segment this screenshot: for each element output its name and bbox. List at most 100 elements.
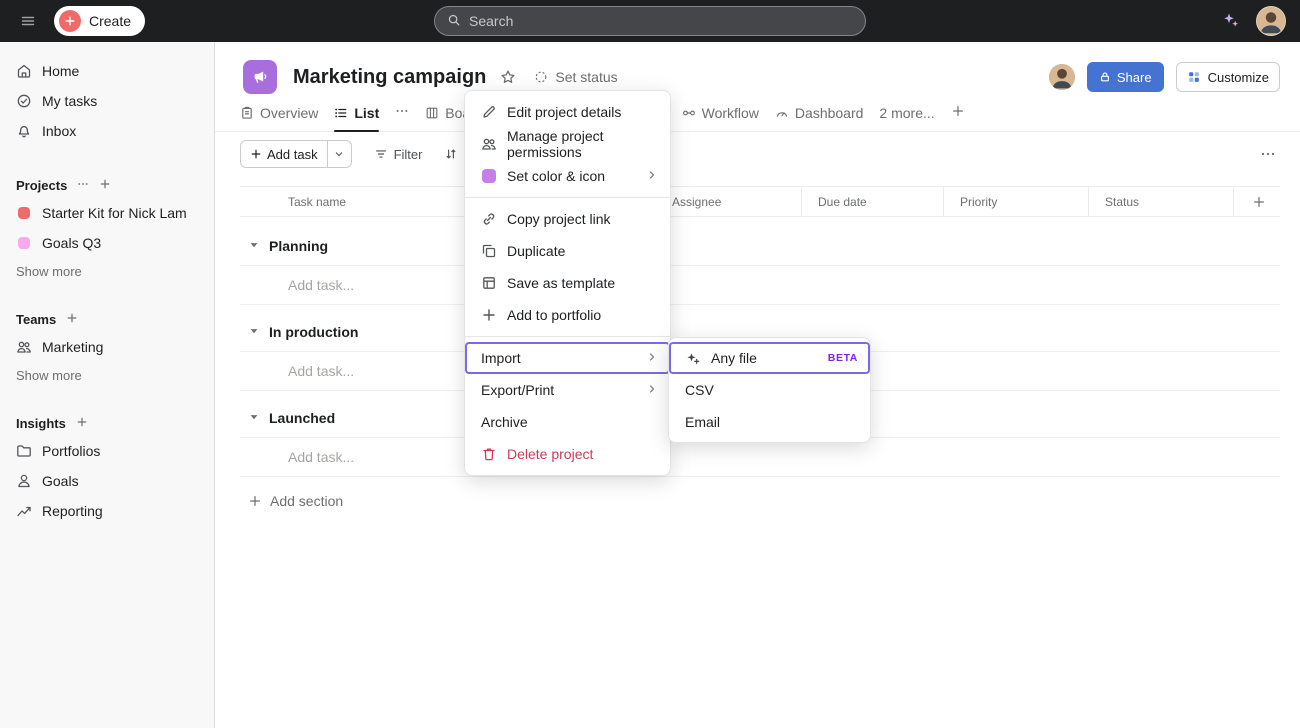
toolbar-options-icon[interactable] bbox=[1260, 146, 1276, 162]
add-task-split-button: Add task bbox=[240, 140, 352, 168]
section-name[interactable]: In production bbox=[269, 324, 358, 340]
section-name[interactable]: Planning bbox=[269, 238, 328, 254]
menu-item-duplicate[interactable]: Duplicate bbox=[465, 235, 670, 267]
submenu-item-any-file[interactable]: Any file BETA bbox=[669, 342, 870, 374]
tab-workflow[interactable]: Workflow bbox=[682, 94, 759, 131]
list-icon bbox=[334, 106, 348, 120]
sidebar-item-home[interactable]: Home bbox=[0, 56, 214, 86]
add-project-icon[interactable] bbox=[99, 178, 111, 193]
project-icon[interactable] bbox=[243, 60, 277, 94]
sidebar-project-starter-kit[interactable]: Starter Kit for Nick Lam bbox=[0, 198, 214, 228]
sidebar-item-label: Home bbox=[42, 63, 79, 79]
set-status-label: Set status bbox=[555, 69, 617, 85]
chevron-right-icon bbox=[646, 168, 658, 184]
sidebar: Home My tasks Inbox Projects Starter Kit… bbox=[0, 42, 215, 728]
import-submenu: Any file BETA CSV Email bbox=[668, 337, 871, 443]
add-task-dropdown[interactable] bbox=[327, 141, 351, 167]
create-button-label: Create bbox=[89, 13, 131, 29]
collapse-caret-icon[interactable] bbox=[248, 238, 260, 254]
user-avatar[interactable] bbox=[1256, 6, 1286, 36]
sidebar-item-reporting[interactable]: Reporting bbox=[0, 496, 214, 526]
search-icon bbox=[447, 13, 461, 30]
collapse-caret-icon[interactable] bbox=[248, 324, 260, 340]
share-button[interactable]: Share bbox=[1087, 62, 1164, 92]
tab-dashboard[interactable]: Dashboard bbox=[775, 94, 864, 131]
submenu-item-csv[interactable]: CSV bbox=[669, 374, 870, 406]
menu-item-archive[interactable]: Archive bbox=[465, 406, 670, 438]
menu-item-set-color-icon[interactable]: Set color & icon bbox=[465, 160, 670, 192]
sidebar-project-goals-q3[interactable]: Goals Q3 bbox=[0, 228, 214, 258]
create-button[interactable]: Create bbox=[54, 6, 145, 36]
add-insight-icon[interactable] bbox=[76, 416, 88, 431]
add-view-icon[interactable] bbox=[951, 104, 965, 121]
project-color-swatch bbox=[18, 237, 30, 249]
menu-item-label: Import bbox=[481, 350, 521, 366]
projects-options-icon[interactable] bbox=[77, 178, 89, 193]
column-due-date[interactable]: Due date bbox=[801, 187, 943, 216]
column-status[interactable]: Status bbox=[1088, 187, 1233, 216]
column-assignee[interactable]: Assignee bbox=[655, 187, 801, 216]
menu-item-copy-project-link[interactable]: Copy project link bbox=[465, 203, 670, 235]
check-circle-icon bbox=[16, 93, 32, 109]
menu-item-label: Set color & icon bbox=[507, 168, 605, 184]
menu-item-label: Manage project permissions bbox=[507, 128, 658, 160]
sidebar-item-label: My tasks bbox=[42, 93, 97, 109]
share-button-label: Share bbox=[1117, 70, 1152, 85]
section-header-row: Planning bbox=[240, 227, 1280, 266]
global-search[interactable] bbox=[434, 6, 866, 36]
menu-item-add-to-portfolio[interactable]: Add to portfolio bbox=[465, 299, 670, 331]
add-task-button[interactable]: Add task bbox=[241, 141, 327, 167]
chart-icon bbox=[16, 503, 32, 519]
section-name[interactable]: Launched bbox=[269, 410, 335, 426]
customize-button[interactable]: Customize bbox=[1176, 62, 1280, 92]
filter-button[interactable]: Filter bbox=[374, 147, 423, 162]
workflow-icon bbox=[682, 106, 696, 120]
submenu-item-email[interactable]: Email bbox=[669, 406, 870, 438]
tab-list[interactable]: List bbox=[334, 94, 379, 131]
menu-item-label: CSV bbox=[685, 382, 714, 398]
teams-show-more[interactable]: Show more bbox=[0, 366, 214, 384]
menu-item-save-as-template[interactable]: Save as template bbox=[465, 267, 670, 299]
ai-sparkle-icon bbox=[685, 350, 701, 366]
collapse-caret-icon[interactable] bbox=[248, 410, 260, 426]
sidebar-item-my-tasks[interactable]: My tasks bbox=[0, 86, 214, 116]
tab-label: Workflow bbox=[702, 105, 759, 121]
projects-show-more[interactable]: Show more bbox=[0, 262, 214, 280]
tab-overview[interactable]: Overview bbox=[240, 94, 318, 131]
sidebar-item-goals[interactable]: Goals bbox=[0, 466, 214, 496]
ai-sparkle-icon[interactable] bbox=[1222, 11, 1240, 32]
add-team-icon[interactable] bbox=[66, 312, 78, 327]
sidebar-section-insights: Insights bbox=[0, 410, 214, 436]
list-toolbar: Add task Filter Sort bbox=[215, 132, 1300, 176]
sidebar-item-portfolios[interactable]: Portfolios bbox=[0, 436, 214, 466]
sidebar-team-marketing[interactable]: Marketing bbox=[0, 332, 214, 362]
menu-item-manage-permissions[interactable]: Manage project permissions bbox=[465, 128, 670, 160]
menu-item-edit-project-details[interactable]: Edit project details bbox=[465, 96, 670, 128]
column-priority[interactable]: Priority bbox=[943, 187, 1088, 216]
member-avatar[interactable] bbox=[1049, 64, 1075, 90]
project-context-menu: Edit project details Manage project perm… bbox=[464, 90, 671, 476]
add-task-row[interactable]: Add task... bbox=[240, 438, 1280, 477]
people-icon bbox=[481, 136, 497, 152]
menu-item-export-print[interactable]: Export/Print bbox=[465, 374, 670, 406]
teams-header-label: Teams bbox=[16, 312, 56, 327]
tab-more[interactable]: 2 more... bbox=[879, 94, 934, 131]
add-task-row[interactable]: Add task... bbox=[240, 266, 1280, 305]
page-title: Marketing campaign bbox=[293, 66, 486, 89]
favorite-star-icon[interactable] bbox=[500, 69, 516, 85]
people-icon bbox=[16, 339, 32, 355]
menu-item-import[interactable]: Import bbox=[465, 342, 670, 374]
section-planning: Planning Add task... bbox=[240, 227, 1280, 305]
sidebar-toggle-icon[interactable] bbox=[14, 7, 42, 35]
menu-divider bbox=[465, 197, 670, 198]
menu-item-delete-project[interactable]: Delete project bbox=[465, 438, 670, 470]
menu-item-label: Save as template bbox=[507, 275, 615, 291]
add-column-button[interactable] bbox=[1233, 187, 1280, 216]
set-status-button[interactable]: Set status bbox=[534, 69, 617, 85]
tab-options-icon[interactable] bbox=[395, 104, 409, 121]
table-header-row: Task name Assignee Due date Priority Sta… bbox=[240, 186, 1280, 217]
add-section-button[interactable]: Add section bbox=[240, 493, 1280, 509]
dashboard-icon bbox=[775, 106, 789, 120]
sidebar-item-inbox[interactable]: Inbox bbox=[0, 116, 214, 146]
search-input[interactable] bbox=[469, 13, 853, 29]
